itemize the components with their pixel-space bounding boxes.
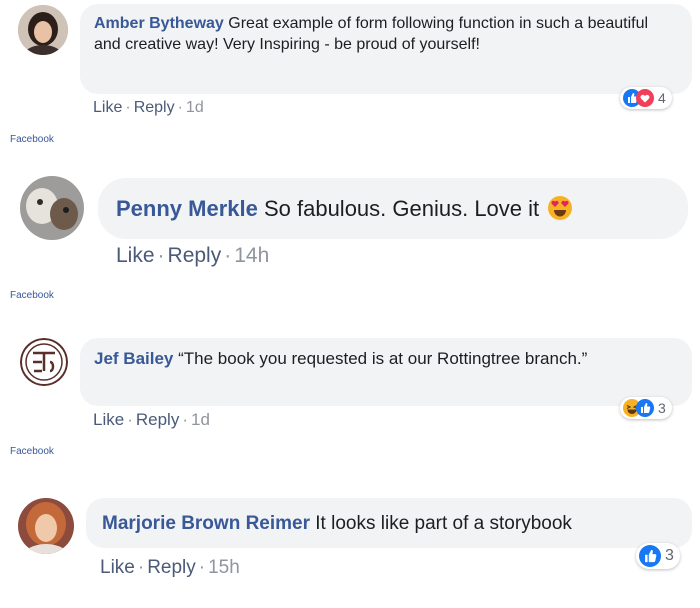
- separator: ·: [182, 410, 188, 429]
- comment-actions: Like · Reply · 1d: [93, 99, 204, 117]
- reaction-summary[interactable]: 3: [620, 397, 672, 419]
- reaction-summary[interactable]: 4: [620, 87, 672, 109]
- like-link[interactable]: Like: [116, 244, 155, 267]
- avatar-jef-bailey[interactable]: [20, 338, 68, 386]
- source-label: Facebook: [10, 290, 54, 301]
- separator: ·: [137, 557, 145, 578]
- comment-text: “The book you requested is at our Rottin…: [178, 349, 588, 368]
- comment-bubble-marjorie: Marjorie Brown Reimer It looks like part…: [86, 498, 692, 548]
- comment-author[interactable]: Penny Merkle: [116, 196, 258, 221]
- reply-link[interactable]: Reply: [136, 410, 179, 429]
- like-link[interactable]: Like: [93, 99, 122, 116]
- reaction-count: 3: [658, 400, 666, 416]
- separator: ·: [157, 244, 165, 267]
- reply-link[interactable]: Reply: [168, 244, 222, 267]
- comment-author[interactable]: Jef Bailey: [94, 349, 173, 368]
- comment-text: So fabulous. Genius. Love it: [263, 196, 540, 221]
- reply-link[interactable]: Reply: [147, 557, 196, 578]
- like-icon: [639, 545, 661, 567]
- comment-author[interactable]: Amber Bytheway: [94, 15, 224, 32]
- reaction-count: 3: [665, 547, 674, 564]
- reply-link[interactable]: Reply: [134, 99, 175, 116]
- comment-bubble-amber: Amber Bytheway Great example of form fol…: [80, 4, 692, 94]
- comment-text: It looks like part of a storybook: [315, 513, 572, 534]
- separator: ·: [224, 244, 232, 267]
- comment-actions: Like · Reply · 1d: [93, 410, 210, 430]
- avatar-penny-merkle[interactable]: [20, 176, 84, 240]
- timestamp[interactable]: 1d: [191, 410, 210, 429]
- like-icon: [636, 399, 654, 417]
- avatar-marjorie-brown-reimer[interactable]: [18, 498, 74, 554]
- source-label: Facebook: [10, 446, 54, 457]
- separator: ·: [198, 557, 206, 578]
- source-label: Facebook: [10, 134, 54, 145]
- reaction-summary[interactable]: 3: [636, 543, 680, 569]
- separator: ·: [177, 99, 183, 116]
- heart-eyes-emoji: [548, 196, 573, 220]
- avatar-amber-bytheway[interactable]: [18, 5, 68, 55]
- comment-author[interactable]: Marjorie Brown Reimer: [102, 513, 310, 534]
- comment-bubble-jef: Jef Bailey “The book you requested is at…: [80, 338, 692, 406]
- comment-bubble-penny: Penny Merkle So fabulous. Genius. Love i…: [98, 178, 688, 239]
- timestamp[interactable]: 14h: [234, 244, 269, 267]
- love-icon: [636, 89, 654, 107]
- timestamp[interactable]: 15h: [208, 557, 240, 578]
- timestamp[interactable]: 1d: [186, 99, 204, 116]
- reaction-count: 4: [658, 90, 666, 106]
- like-link[interactable]: Like: [93, 410, 124, 429]
- separator: ·: [125, 99, 131, 116]
- like-link[interactable]: Like: [100, 557, 135, 578]
- comment-actions: Like · Reply · 14h: [116, 244, 269, 268]
- comment-actions: Like · Reply · 15h: [100, 557, 240, 579]
- separator: ·: [127, 410, 133, 429]
